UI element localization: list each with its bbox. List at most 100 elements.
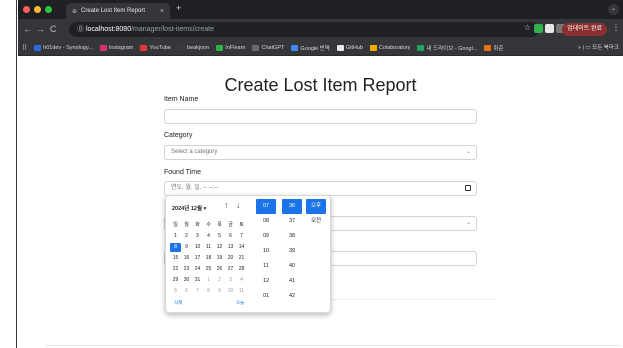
calendar-day[interactable]: 31: [192, 276, 203, 285]
back-button[interactable]: ←: [23, 24, 32, 34]
calendar-day[interactable]: 11: [203, 243, 214, 252]
calendar-day[interactable]: 10: [192, 243, 203, 252]
minimize-window-button[interactable]: [34, 6, 41, 13]
found-time-input[interactable]: 연도. 월. 일. -- --:--: [164, 181, 477, 196]
calendar-day[interactable]: 17: [192, 254, 203, 263]
bookmark-item[interactable]: GitHub: [336, 44, 363, 51]
ampm-option[interactable]: 오전: [306, 214, 326, 229]
bookmark-item[interactable]: ChatGPT: [252, 44, 284, 51]
bookmark-item[interactable]: h01dev - Synology...: [34, 44, 93, 51]
forward-button[interactable]: →: [36, 24, 45, 34]
calendar-day[interactable]: 16: [181, 254, 192, 263]
site-info-icon[interactable]: ⓪: [77, 26, 86, 33]
hour-option[interactable]: 12: [256, 274, 276, 289]
clear-button[interactable]: 삭제: [174, 300, 182, 306]
weekday-header: 금: [228, 222, 233, 228]
calendar-day[interactable]: 2: [181, 232, 192, 241]
hour-option[interactable]: 10: [256, 244, 276, 259]
minute-option[interactable]: 37: [282, 214, 302, 229]
calendar-day[interactable]: 5: [214, 232, 225, 241]
minute-option[interactable]: 39: [282, 244, 302, 259]
address-bar[interactable]: ⓪ localhost:8080/manager/lost-items/crea…: [69, 22, 539, 37]
calendar-day[interactable]: 1: [203, 276, 214, 285]
all-bookmarks-button[interactable]: » | ▭ 모든 북마크: [578, 43, 619, 51]
hour-option[interactable]: 09: [256, 229, 276, 244]
calendar-day[interactable]: 10: [225, 287, 236, 296]
calendar-day[interactable]: 24: [192, 265, 203, 274]
minute-option[interactable]: 42: [282, 289, 302, 304]
bookmark-item[interactable]: Google 번역: [291, 44, 330, 52]
tab-close-icon[interactable]: ×: [160, 8, 164, 15]
minute-option[interactable]: 41: [282, 274, 302, 289]
calendar-day[interactable]: 30: [181, 276, 192, 285]
calendar-day[interactable]: 18: [203, 254, 214, 263]
calendar-day[interactable]: 21: [236, 254, 247, 263]
today-button[interactable]: 오늘: [236, 300, 244, 306]
bookmark-item[interactable]: YouTube: [140, 44, 171, 51]
calendar-day[interactable]: 28: [236, 265, 247, 274]
minute-option[interactable]: 38: [282, 229, 302, 244]
calendar-day[interactable]: 12: [214, 243, 225, 252]
minute-option[interactable]: 36: [282, 199, 302, 214]
calendar-day[interactable]: 14: [236, 243, 247, 252]
calendar-day[interactable]: 1: [170, 232, 181, 241]
calendar-day[interactable]: 6: [181, 287, 192, 296]
calendar-day[interactable]: 11: [236, 287, 247, 296]
calendar-day[interactable]: 6: [225, 232, 236, 241]
new-tab-button[interactable]: +: [176, 3, 181, 13]
calendar-day[interactable]: 23: [181, 265, 192, 274]
ampm-option[interactable]: 오후: [306, 199, 326, 214]
bookmark-star-icon[interactable]: ☆: [524, 23, 531, 32]
item-name-input[interactable]: [164, 109, 477, 124]
calendar-day[interactable]: 4: [203, 232, 214, 241]
close-window-button[interactable]: [23, 6, 30, 13]
minute-option[interactable]: 40: [282, 259, 302, 274]
tab-search-button[interactable]: ⌄: [608, 4, 619, 15]
hour-option[interactable]: 08: [256, 214, 276, 229]
calendar-day[interactable]: 27: [225, 265, 236, 274]
calendar-day[interactable]: 9: [181, 243, 192, 252]
apps-grid-icon[interactable]: ⠿: [22, 44, 27, 52]
browser-menu-icon[interactable]: ⋮: [612, 23, 620, 32]
reload-button[interactable]: C: [50, 24, 57, 34]
zoom-window-button[interactable]: [45, 6, 52, 13]
hour-option[interactable]: 11: [256, 259, 276, 274]
calendar-day[interactable]: 7: [192, 287, 203, 296]
hour-option[interactable]: 01: [256, 289, 276, 304]
extension-shield-icon[interactable]: [534, 24, 543, 33]
extension-icon[interactable]: [545, 24, 554, 33]
calendar-day[interactable]: 9: [214, 287, 225, 296]
calendar-day[interactable]: 7: [236, 232, 247, 241]
calendar-day[interactable]: 4: [236, 276, 247, 285]
calendar-icon[interactable]: [465, 185, 471, 191]
calendar-day[interactable]: 3: [192, 232, 203, 241]
bookmark-item[interactable]: Instagram: [99, 44, 133, 51]
previous-month-icon[interactable]: ↑: [224, 200, 229, 210]
calendar-day[interactable]: 8: [203, 287, 214, 296]
calendar-day[interactable]: 15: [170, 254, 181, 263]
calendar-day[interactable]: 3: [225, 276, 236, 285]
calendar-day[interactable]: 22: [170, 265, 181, 274]
category-select[interactable]: Select a category ⌄: [164, 145, 477, 160]
bookmark-item[interactable]: Colaboratory: [369, 44, 410, 51]
tab-create-lost-item[interactable]: ⊕ Create Lost Item Report ×: [66, 3, 170, 19]
bookmarks-overflow-icon[interactable]: »: [578, 45, 581, 51]
chevron-down-icon: ⌄: [465, 149, 471, 155]
month-selector[interactable]: 2024년 12월 ▾: [172, 204, 206, 212]
bookmark-item[interactable]: InFlearn: [216, 44, 245, 51]
calendar-day[interactable]: 29: [170, 276, 181, 285]
next-month-icon[interactable]: ↓: [236, 200, 241, 210]
bookmark-item[interactable]: 취준: [484, 44, 504, 52]
bookmark-item[interactable]: beakjoon: [177, 44, 209, 51]
bookmark-item[interactable]: 내 드라이브 - Googl...: [417, 44, 477, 52]
calendar-day[interactable]: 20: [225, 254, 236, 263]
hour-option[interactable]: 07: [256, 199, 276, 214]
calendar-day[interactable]: 13: [225, 243, 236, 252]
calendar-day[interactable]: 5: [170, 287, 181, 296]
calendar-day[interactable]: 19: [214, 254, 225, 263]
calendar-day[interactable]: 25: [203, 265, 214, 274]
calendar-day[interactable]: 8: [170, 243, 181, 252]
update-button[interactable]: 업데이트 완료: [562, 23, 607, 36]
calendar-day[interactable]: 2: [214, 276, 225, 285]
calendar-day[interactable]: 26: [214, 265, 225, 274]
